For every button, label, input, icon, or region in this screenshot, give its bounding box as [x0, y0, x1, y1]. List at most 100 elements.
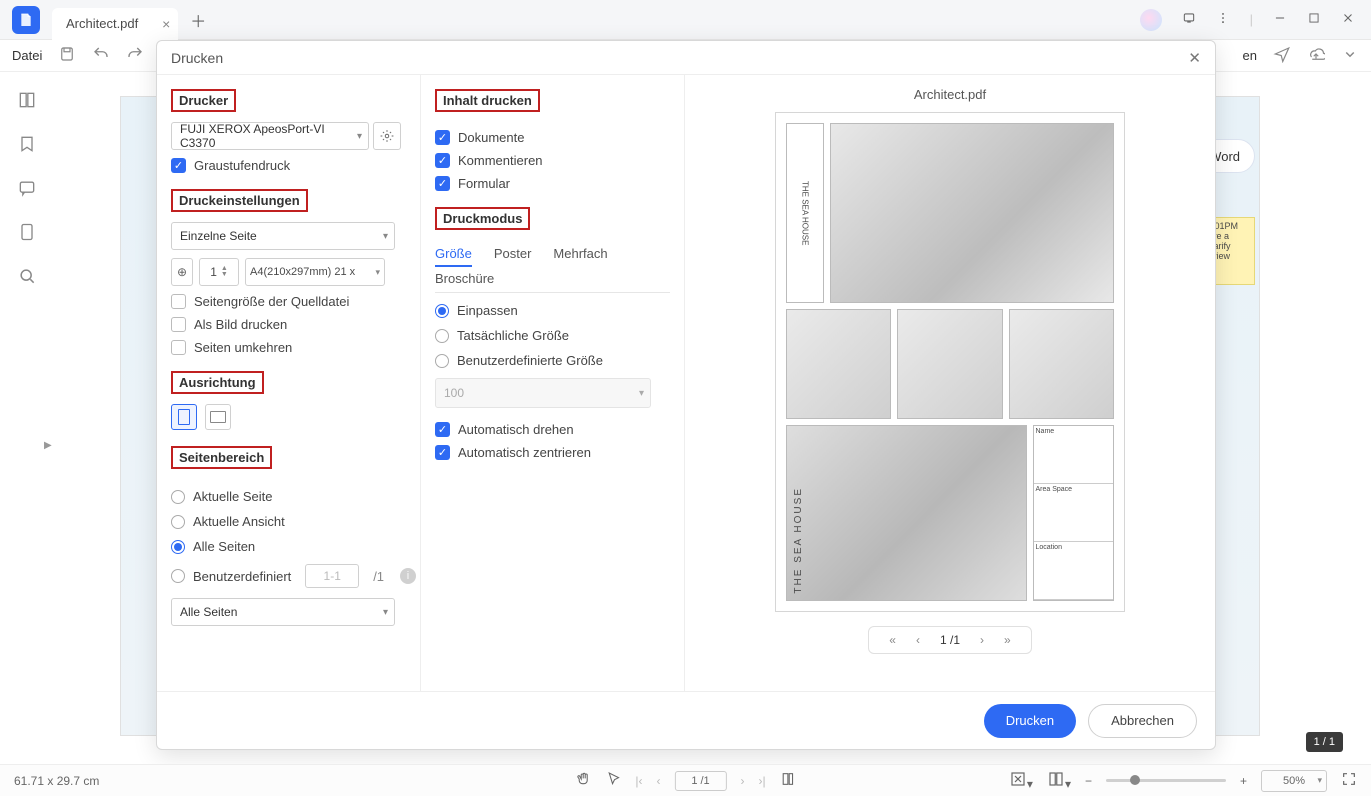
pager-first-icon[interactable]: «: [889, 633, 896, 647]
range-pages-select[interactable]: Alle Seiten: [171, 598, 395, 626]
orientation-portrait[interactable]: [171, 404, 197, 430]
close-window-button[interactable]: [1341, 11, 1355, 28]
sourcesize-checkbox[interactable]: Seitengröße der Quelldatei: [171, 294, 416, 309]
radio-checked-icon: [435, 304, 449, 318]
dialog-close-button[interactable]: ✕: [1188, 49, 1201, 67]
nav-last-icon[interactable]: ›|: [759, 774, 766, 788]
auto-center-checkbox[interactable]: Automatisch zentrieren: [435, 445, 670, 460]
reverse-checkbox[interactable]: Seiten umkehren: [171, 340, 416, 355]
nav-first-icon[interactable]: |‹: [635, 774, 642, 788]
thumbnails-icon[interactable]: [17, 90, 37, 110]
nav-next-icon[interactable]: ›: [741, 774, 745, 788]
more-menu-icon[interactable]: [1216, 11, 1230, 28]
asimage-checkbox[interactable]: Als Bild drucken: [171, 317, 416, 332]
minimize-button[interactable]: [1273, 11, 1287, 28]
dialog-title-bar: Drucken ✕: [157, 41, 1215, 75]
fullscreen-icon[interactable]: [1341, 771, 1357, 790]
zoom-slider[interactable]: [1106, 779, 1226, 782]
layout-select[interactable]: Einzelne Seite: [171, 222, 395, 250]
checkbox-checked-icon: [435, 445, 450, 460]
pager-last-icon[interactable]: »: [1004, 633, 1011, 647]
zoom-out-button[interactable]: −: [1085, 774, 1092, 788]
orientation-landscape[interactable]: [205, 404, 231, 430]
tab-poster[interactable]: Poster: [494, 246, 532, 267]
preview-info-box: NameArea SpaceLocation: [1033, 425, 1115, 601]
print-button[interactable]: Drucken: [984, 704, 1076, 738]
preview-detail-1: [786, 309, 891, 419]
grayscale-checkbox[interactable]: Graustufendruck: [171, 158, 416, 173]
menu-file[interactable]: Datei: [12, 48, 42, 63]
maximize-button[interactable]: [1307, 11, 1321, 28]
zoom-in-button[interactable]: +: [1240, 774, 1247, 788]
cancel-button[interactable]: Abbrechen: [1088, 704, 1197, 738]
attachment-icon[interactable]: [17, 222, 37, 242]
save-icon[interactable]: [58, 45, 76, 66]
redo-icon[interactable]: [126, 45, 144, 66]
radio-icon: [435, 329, 449, 343]
content-docs-checkbox[interactable]: Dokumente: [435, 130, 670, 145]
pager-next-icon[interactable]: ›: [980, 633, 984, 647]
page-layout-icon[interactable]: [780, 771, 796, 790]
preview-detail-2: [897, 309, 1002, 419]
add-copies-button[interactable]: ⊕: [171, 258, 193, 286]
view-mode-icon[interactable]: ▾: [1047, 770, 1071, 791]
checkbox-checked-icon: [171, 158, 186, 173]
dialog-footer: Drucken Abbrechen: [157, 691, 1215, 749]
tab-title: Architect.pdf: [66, 16, 138, 31]
undo-icon[interactable]: [92, 45, 110, 66]
content-form-checkbox[interactable]: Formular: [435, 176, 670, 191]
hand-tool-icon[interactable]: [575, 771, 591, 790]
select-tool-icon[interactable]: [605, 771, 621, 790]
zoom-select[interactable]: 50%: [1261, 770, 1327, 792]
size-fit-radio[interactable]: Einpassen: [435, 303, 670, 318]
range-custom-radio[interactable]: Benutzerdefiniert 1-1 /1 i: [171, 564, 416, 588]
checkbox-checked-icon: [435, 153, 450, 168]
radio-checked-icon: [171, 540, 185, 554]
info-icon[interactable]: i: [400, 568, 416, 584]
notifications-icon[interactable]: [1182, 11, 1196, 28]
printer-select[interactable]: FUJI XEROX ApeosPort-VI C3370: [171, 122, 369, 150]
section-pagerange: Seitenbereich: [171, 446, 272, 469]
chevron-down-icon[interactable]: [1341, 45, 1359, 66]
size-custom-radio[interactable]: Benutzerdefinierte Größe: [435, 353, 670, 368]
cloud-upload-icon[interactable]: [1307, 45, 1325, 66]
title-bar: Architect.pdf × ＋ |: [0, 0, 1371, 40]
bookmark-icon[interactable]: [17, 134, 37, 154]
tab-multi[interactable]: Mehrfach: [553, 246, 607, 267]
checkbox-empty-icon: [171, 340, 186, 355]
size-actual-radio[interactable]: Tatsächliche Größe: [435, 328, 670, 343]
menu-right-item[interactable]: en: [1243, 48, 1257, 63]
tab-brochure[interactable]: Broschüre: [435, 271, 494, 286]
print-options-left: Drucker FUJI XEROX ApeosPort-VI C3370 Gr…: [157, 75, 421, 691]
range-currentview-radio[interactable]: Aktuelle Ansicht: [171, 514, 416, 529]
close-tab-button[interactable]: ×: [162, 16, 170, 32]
section-printcontent: Inhalt drucken: [435, 89, 540, 112]
pager-current: 1 /1: [940, 633, 960, 647]
search-icon[interactable]: [17, 266, 37, 286]
auto-rotate-checkbox[interactable]: Automatisch drehen: [435, 422, 670, 437]
range-custom-input[interactable]: 1-1: [305, 564, 359, 588]
user-avatar-icon[interactable]: [1140, 9, 1162, 31]
copies-input[interactable]: 1▲▼: [199, 258, 239, 286]
nav-prev-icon[interactable]: ‹: [657, 774, 661, 788]
range-currentpage-radio[interactable]: Aktuelle Seite: [171, 489, 416, 504]
print-options-mid: Inhalt drucken Dokumente Kommentieren Fo…: [421, 75, 685, 691]
app-logo-icon: [12, 6, 40, 34]
pager-prev-icon[interactable]: ‹: [916, 633, 920, 647]
content-comments-checkbox[interactable]: Kommentieren: [435, 153, 670, 168]
section-printer: Drucker: [171, 89, 236, 112]
printer-settings-button[interactable]: [373, 122, 401, 150]
tab-size[interactable]: Größe: [435, 246, 472, 267]
fit-page-icon[interactable]: ▾: [1009, 770, 1033, 791]
range-all-radio[interactable]: Alle Seiten: [171, 539, 416, 554]
radio-icon: [435, 354, 449, 368]
expand-sidebar-icon[interactable]: ▶: [44, 440, 52, 451]
page-input[interactable]: 1 /1: [675, 771, 727, 791]
new-tab-button[interactable]: ＋: [190, 8, 206, 32]
document-tab[interactable]: Architect.pdf ×: [52, 8, 178, 40]
title-bar-right: |: [1140, 9, 1371, 31]
send-icon[interactable]: [1273, 45, 1291, 66]
comment-icon[interactable]: [17, 178, 37, 198]
paper-size-select[interactable]: A4(210x297mm) 21 x: [245, 258, 385, 286]
print-preview-panel: Architect.pdf THE SEA HOUSE THE SEA HOUS…: [685, 75, 1215, 691]
